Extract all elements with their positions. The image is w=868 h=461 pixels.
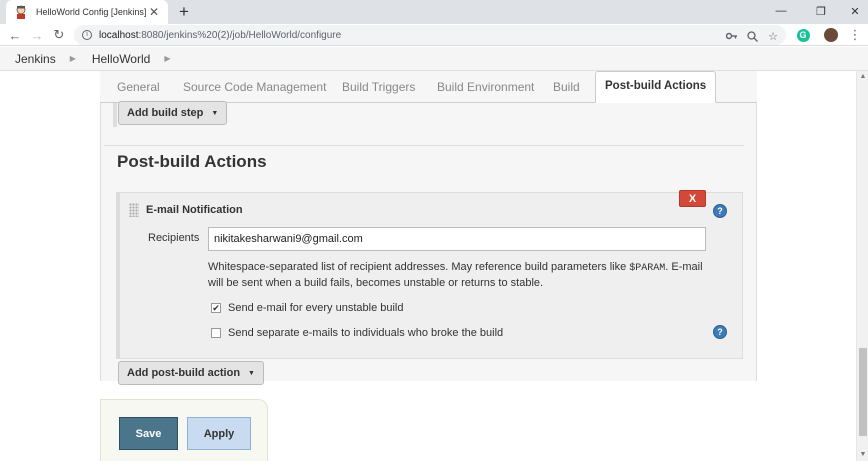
browser-tab-strip: HelloWorld Config [Jenkins] ✕ + — ❐ ✕ — [0, 0, 868, 24]
help-text-param: $PARAM — [629, 263, 666, 274]
email-notification-bar — [116, 192, 120, 359]
help-icon[interactable]: ? — [713, 325, 727, 339]
scrollbar-thumb[interactable] — [859, 348, 867, 436]
breadcrumb-separator-icon[interactable]: ▶ — [164, 54, 170, 63]
section-title: Post-build Actions — [117, 152, 267, 171]
chevron-down-icon: ▼ — [211, 109, 219, 117]
info-icon[interactable]: i — [82, 30, 92, 40]
minimize-icon[interactable]: — — [764, 0, 798, 22]
add-post-build-action-button[interactable]: Add post-build action ▼ — [118, 361, 264, 385]
add-post-build-action-label: Add post-build action — [127, 367, 241, 379]
reload-icon[interactable]: ↻ — [50, 26, 68, 44]
browser-tab[interactable]: HelloWorld Config [Jenkins] ✕ — [6, 0, 168, 24]
help-icon[interactable]: ? — [713, 204, 727, 218]
url-path: :8080/jenkins%20(2)/job/HelloWorld/confi… — [138, 29, 342, 41]
option-unstable-row: ✔ Send e-mail for every unstable build — [211, 302, 403, 314]
add-build-step-button[interactable]: Add build step ▼ — [118, 101, 228, 125]
forward-icon[interactable]: → — [28, 26, 46, 44]
tab-build-environment[interactable]: Build Environment — [437, 80, 534, 94]
new-tab-icon[interactable]: + — [176, 2, 192, 22]
url-text: localhost:8080/jenkins%20(2)/job/HelloWo… — [99, 30, 341, 41]
breadcrumb-separator-icon[interactable]: ▶ — [70, 54, 76, 63]
help-text-part-1: Whitespace-separated list of recipient a… — [208, 261, 630, 273]
scroll-up-icon[interactable]: ▲ — [857, 71, 868, 83]
config-tabs: General Source Code Management Build Tri… — [100, 71, 757, 103]
drag-handle-icon[interactable] — [129, 203, 139, 217]
menu-kebab-icon[interactable]: ⋮ — [846, 26, 864, 44]
key-icon[interactable] — [724, 28, 740, 44]
browser-toolbar: ← → ↻ i localhost:8080/jenkins%20(2)/job… — [0, 24, 868, 46]
tab-source-code-management[interactable]: Source Code Management — [183, 80, 326, 94]
save-button[interactable]: Save — [119, 417, 178, 450]
breadcrumb: Jenkins ▶ HelloWorld ▶ — [0, 47, 868, 71]
restore-icon[interactable]: ❐ — [804, 0, 838, 22]
tab-close-icon[interactable]: ✕ — [148, 5, 160, 19]
recipients-label: Recipients — [148, 232, 200, 244]
apply-button[interactable]: Apply — [187, 417, 251, 450]
option-separate-row: Send separate e-mails to individuals who… — [211, 327, 503, 339]
zoom-icon[interactable] — [744, 28, 760, 44]
address-bar[interactable]: i localhost:8080/jenkins%20(2)/job/Hello… — [74, 25, 786, 45]
tab-build-triggers[interactable]: Build Triggers — [342, 80, 415, 94]
build-step-bar — [113, 103, 117, 127]
url-host: localhost — [99, 29, 139, 41]
back-icon[interactable]: ← — [6, 26, 24, 44]
tab-post-build-actions[interactable]: Post-build Actions — [595, 71, 717, 103]
recipients-help-text: Whitespace-separated list of recipient a… — [208, 260, 708, 291]
unstable-build-checkbox[interactable]: ✔ — [211, 303, 221, 313]
window-close-icon[interactable]: ✕ — [838, 0, 868, 22]
add-build-step-label: Add build step — [127, 107, 204, 119]
grammarly-icon[interactable]: G — [794, 26, 812, 44]
separate-emails-checkbox[interactable] — [211, 328, 221, 338]
profile-avatar-icon[interactable] — [822, 26, 840, 44]
unstable-build-label[interactable]: Send e-mail for every unstable build — [228, 302, 403, 314]
breadcrumb-jenkins[interactable]: Jenkins — [15, 52, 56, 66]
delete-button[interactable]: X — [679, 190, 706, 207]
separate-emails-label[interactable]: Send separate e-mails to individuals who… — [228, 327, 503, 339]
browser-tab-title: HelloWorld Config [Jenkins] — [36, 7, 147, 17]
page-scrollbar[interactable]: ▲ ▼ — [856, 71, 868, 461]
jenkins-favicon-icon — [16, 5, 26, 19]
tab-build[interactable]: Build — [553, 80, 580, 94]
email-notification-title: E-mail Notification — [146, 204, 243, 216]
scroll-down-icon[interactable]: ▼ — [857, 449, 868, 461]
recipients-input[interactable] — [208, 227, 706, 251]
breadcrumb-helloworld[interactable]: HelloWorld — [92, 52, 150, 66]
tab-general[interactable]: General — [117, 80, 160, 94]
section-divider — [104, 145, 744, 146]
chevron-down-icon: ▼ — [248, 369, 255, 377]
bookmark-star-icon[interactable]: ☆ — [765, 28, 781, 44]
